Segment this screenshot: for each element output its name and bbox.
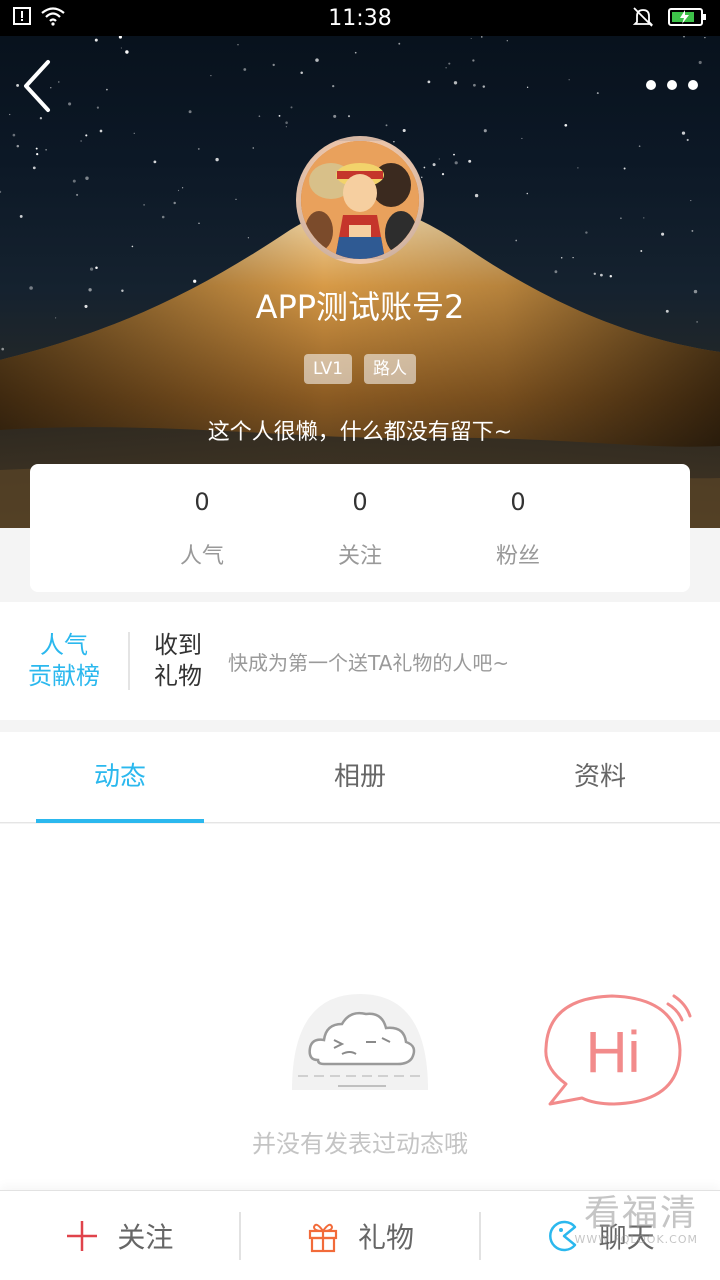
contribution-rank-link[interactable]: 人气 贡献榜 (0, 630, 128, 692)
gift-label: 礼物 (358, 1220, 415, 1254)
say-hi-button[interactable]: Hi (540, 992, 700, 1122)
gift-title-line1: 收到 (154, 631, 202, 659)
stat-value: 0 (194, 488, 210, 516)
profile-tabs: 动态 相册 资料 (0, 732, 720, 823)
stat-label: 人气 (179, 544, 224, 569)
rank-line2: 贡献榜 (28, 662, 100, 690)
mountain-background (0, 205, 720, 528)
stat-fans[interactable]: 0 粉丝 (439, 464, 597, 592)
battery-charging-icon (668, 8, 706, 26)
follow-label: 关注 (117, 1220, 174, 1254)
badge-group: LV1 路人 (0, 354, 720, 384)
tab-posts[interactable]: 动态 (0, 732, 240, 823)
gift-title-line2: 礼物 (154, 662, 202, 690)
site-watermark: 看福清 WWW.FQLOOK.COM (575, 1194, 698, 1246)
watermark-url: WWW.FQLOOK.COM (574, 1233, 698, 1246)
stat-popularity[interactable]: 0 人气 (123, 464, 281, 592)
stats-card: 0 人气 0 关注 0 粉丝 (30, 464, 690, 592)
status-bar: 11:38 (0, 0, 720, 36)
gift-button[interactable]: 礼物 (241, 1191, 480, 1280)
chevron-left-icon (24, 60, 50, 112)
watermark-text: 看福清 (583, 1193, 698, 1234)
sleepy-cloud-icon (292, 994, 428, 1090)
more-dots-icon (646, 80, 656, 90)
stat-value: 0 (510, 488, 526, 516)
plus-icon (67, 1220, 98, 1251)
empty-state-text: 并没有发表过动态哦 (252, 1130, 468, 1158)
stat-label: 粉丝 (495, 544, 540, 569)
hi-label: Hi (586, 1020, 641, 1085)
user-bio: 这个人很懒，什么都没有留下~ (207, 420, 513, 445)
tab-album[interactable]: 相册 (240, 732, 480, 822)
tab-info[interactable]: 资料 (480, 732, 720, 822)
username: APP测试账号2 (255, 288, 465, 326)
rank-line1: 人气 (40, 631, 88, 659)
stat-following[interactable]: 0 关注 (281, 464, 439, 592)
stat-value: 0 (352, 488, 368, 516)
posts-content: 并没有发表过动态哦 Hi (0, 824, 720, 1190)
gift-empty-text: 快成为第一个送TA礼物的人吧~ (228, 650, 510, 675)
status-time: 11:38 (328, 5, 392, 31)
received-gifts-title: 收到 礼物 (130, 630, 226, 692)
more-button[interactable] (646, 70, 698, 100)
mute-bell-icon (632, 7, 654, 27)
profile-header: 11:38 APP测试账号2 LV1 路人 这个人很懒，什么都没有留下~ (0, 0, 720, 528)
level-badge: LV1 (303, 354, 353, 384)
follow-button[interactable]: 关注 (0, 1191, 239, 1280)
avatar[interactable] (296, 136, 424, 264)
back-button[interactable] (18, 58, 62, 114)
gift-icon (308, 1223, 338, 1252)
stat-label: 关注 (337, 544, 382, 569)
avatar-image (301, 141, 419, 259)
title-badge: 路人 (364, 354, 417, 384)
gift-section: 人气 贡献榜 收到 礼物 快成为第一个送TA礼物的人吧~ (0, 602, 720, 720)
